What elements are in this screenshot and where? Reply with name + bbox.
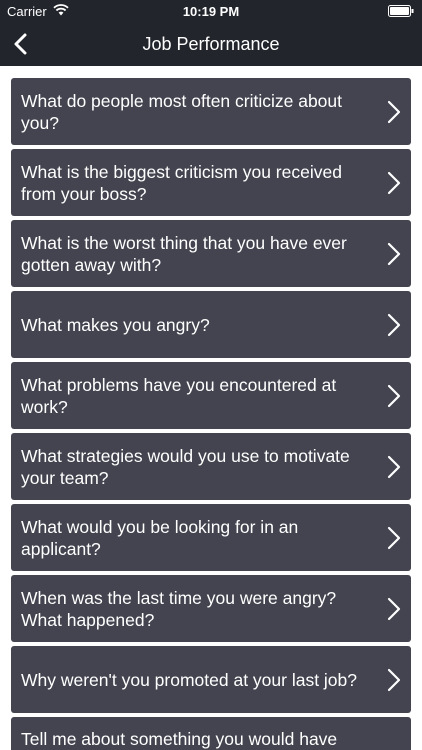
question-label: Why weren't you promoted at your last jo… [21, 669, 358, 690]
chevron-right-icon [387, 455, 401, 479]
question-label: What is the worst thing that you have ev… [21, 232, 347, 275]
question-label: What problems have you encountered at wo… [21, 374, 337, 417]
chevron-right-icon [387, 526, 401, 550]
chevron-right-icon [387, 313, 401, 337]
question-label: When was the last time you were angry? W… [21, 587, 337, 630]
question-row[interactable]: What would you be looking for in an appl… [11, 504, 411, 571]
chevron-right-icon [387, 242, 401, 266]
status-time: 10:19 PM [182, 4, 240, 19]
chevron-right-icon [387, 100, 401, 124]
question-label: What do people most often criticize abou… [21, 90, 343, 133]
question-label: What makes you angry? [21, 314, 210, 335]
question-row[interactable]: What do people most often criticize abou… [11, 78, 411, 145]
question-label: Tell me about something you would have [21, 729, 338, 749]
navigation-bar: Job Performance [0, 22, 422, 66]
status-bar: Carrier 10:19 PM [0, 0, 422, 22]
chevron-right-icon [387, 171, 401, 195]
question-row[interactable]: When was the last time you were angry? W… [11, 575, 411, 642]
question-label: What would you be looking for in an appl… [21, 516, 299, 559]
battery-icon [388, 5, 414, 17]
question-label: What is the biggest criticism you receiv… [21, 161, 342, 204]
question-row[interactable]: What makes you angry? [11, 291, 411, 358]
question-row[interactable]: What is the biggest criticism you receiv… [11, 149, 411, 216]
question-row[interactable]: What problems have you encountered at wo… [11, 362, 411, 429]
question-row[interactable]: Why weren't you promoted at your last jo… [11, 646, 411, 713]
question-list[interactable]: What do people most often criticize abou… [0, 66, 422, 750]
question-row[interactable]: Tell me about something you would have [11, 717, 411, 750]
question-row[interactable]: What strategies would you use to motivat… [11, 433, 411, 500]
question-row[interactable]: What is the worst thing that you have ev… [11, 220, 411, 287]
chevron-right-icon [387, 597, 401, 621]
chevron-right-icon [387, 384, 401, 408]
question-label: What strategies would you use to motivat… [21, 445, 350, 488]
chevron-right-icon [387, 668, 401, 692]
page-title: Job Performance [142, 34, 280, 54]
